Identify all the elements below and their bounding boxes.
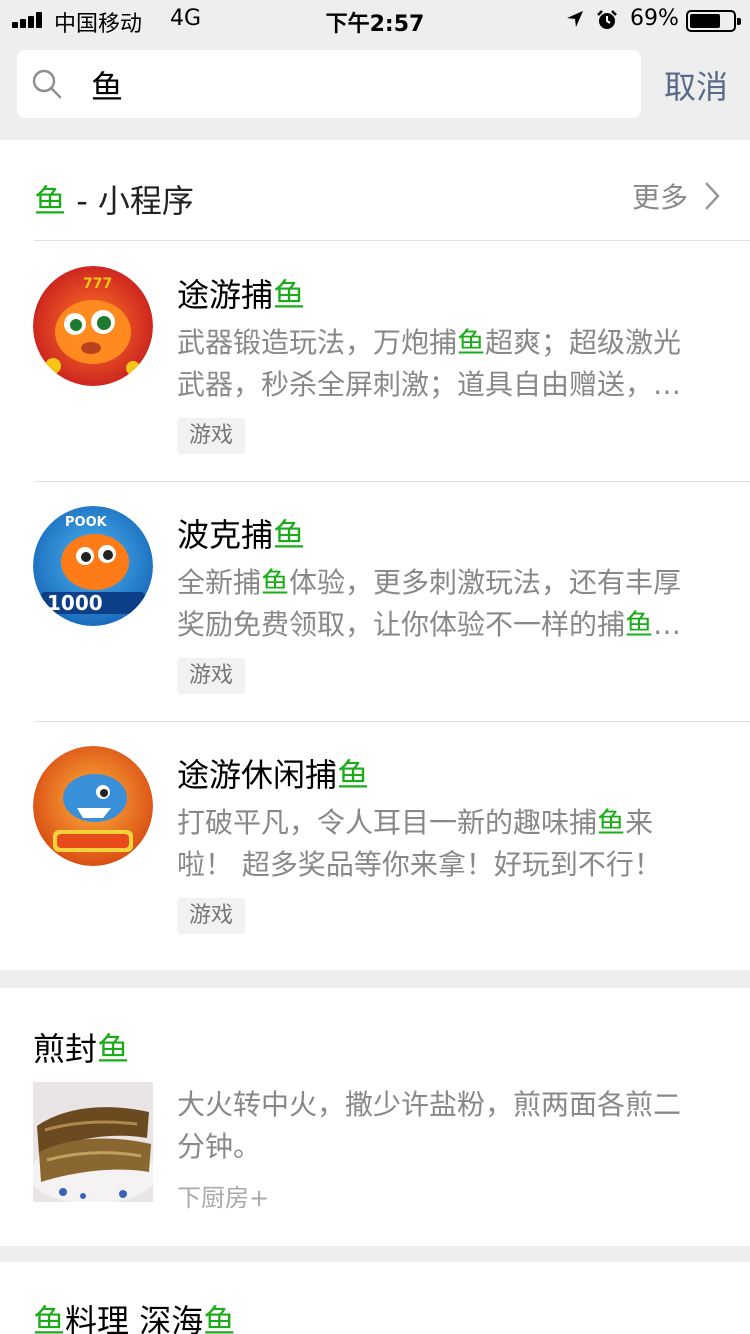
app-logo: 777 <box>33 266 153 386</box>
svg-text:POOK: POOK <box>65 515 108 530</box>
location-arrow-icon <box>567 11 583 27</box>
item-description: 打破平凡，令人耳目一新的趣味捕鱼来 啦！ 超多奖品等你来拿！好玩到不行！ <box>177 806 662 881</box>
mini-programs-section: 鱼 - 小程序 更多 777 途游捕鱼 武器锻造玩法，万炮捕鱼超爽；超级激光 武… <box>0 140 750 970</box>
recipe-source: 下厨房+ <box>177 1184 270 1212</box>
divider <box>34 240 750 241</box>
recipe-thumbnail <box>33 1082 153 1202</box>
chevron-right-icon[interactable] <box>702 180 722 212</box>
app-logo <box>33 746 153 866</box>
category-tag: 游戏 <box>177 418 246 454</box>
mini-program-item[interactable]: 777 途游捕鱼 武器锻造玩法，万炮捕鱼超爽；超级激光 武器，秒杀全屏刺激；道具… <box>0 242 750 482</box>
section-header: 鱼 - 小程序 <box>34 176 194 222</box>
item-title: 波克捕鱼 <box>177 516 306 554</box>
alarm-clock-icon <box>597 10 617 29</box>
cancel-button[interactable]: 取消 <box>664 62 728 108</box>
section-title: - 小程序 <box>66 182 194 220</box>
mini-program-item[interactable]: POOK 1000 波克捕鱼 全新捕鱼体验，更多刺激玩法，还有丰厚 奖励免费领取… <box>0 482 750 722</box>
search-input[interactable]: 鱼 <box>17 50 641 118</box>
search-icon <box>32 69 62 99</box>
svg-text:1000: 1000 <box>47 591 103 615</box>
search-query: 鱼 <box>91 68 124 106</box>
mini-program-item[interactable]: 途游休闲捕鱼 打破平凡，令人耳目一新的趣味捕鱼来 啦！ 超多奖品等你来拿！好玩到… <box>0 722 750 962</box>
more-button[interactable]: 更多 <box>632 176 688 216</box>
result-title: 鱼料理 深海鱼 <box>33 1302 236 1334</box>
item-title: 途游捕鱼 <box>177 276 306 314</box>
category-tag: 游戏 <box>177 898 246 934</box>
status-bar: 中国移动 4G 下午2:57 69% <box>0 0 750 40</box>
svg-text:777: 777 <box>83 276 112 292</box>
section-keyword: 鱼 <box>34 182 67 220</box>
recipe-card[interactable]: 煎封鱼 大火转中火，撒少许盐粉，煎两面各煎二 分钟。 下厨房+ <box>0 988 750 1246</box>
app-logo: POOK 1000 <box>33 506 153 626</box>
result-card[interactable]: 鱼料理 深海鱼 <box>0 1262 750 1334</box>
item-title: 途游休闲捕鱼 <box>177 756 370 794</box>
recipe-description: 大火转中火，撒少许盐粉，煎两面各煎二 分钟。 <box>177 1088 682 1163</box>
battery-percent: 69% <box>630 6 679 31</box>
battery-icon <box>686 10 741 32</box>
item-description: 武器锻造玩法，万炮捕鱼超爽；超级激光 武器，秒杀全屏刺激；道具自由赠送，… <box>177 326 682 401</box>
category-tag: 游戏 <box>177 658 246 694</box>
recipe-title: 煎封鱼 <box>33 1030 130 1068</box>
item-description: 全新捕鱼体验，更多刺激玩法，还有丰厚 奖励免费领取，让你体验不一样的捕鱼… <box>177 566 682 641</box>
